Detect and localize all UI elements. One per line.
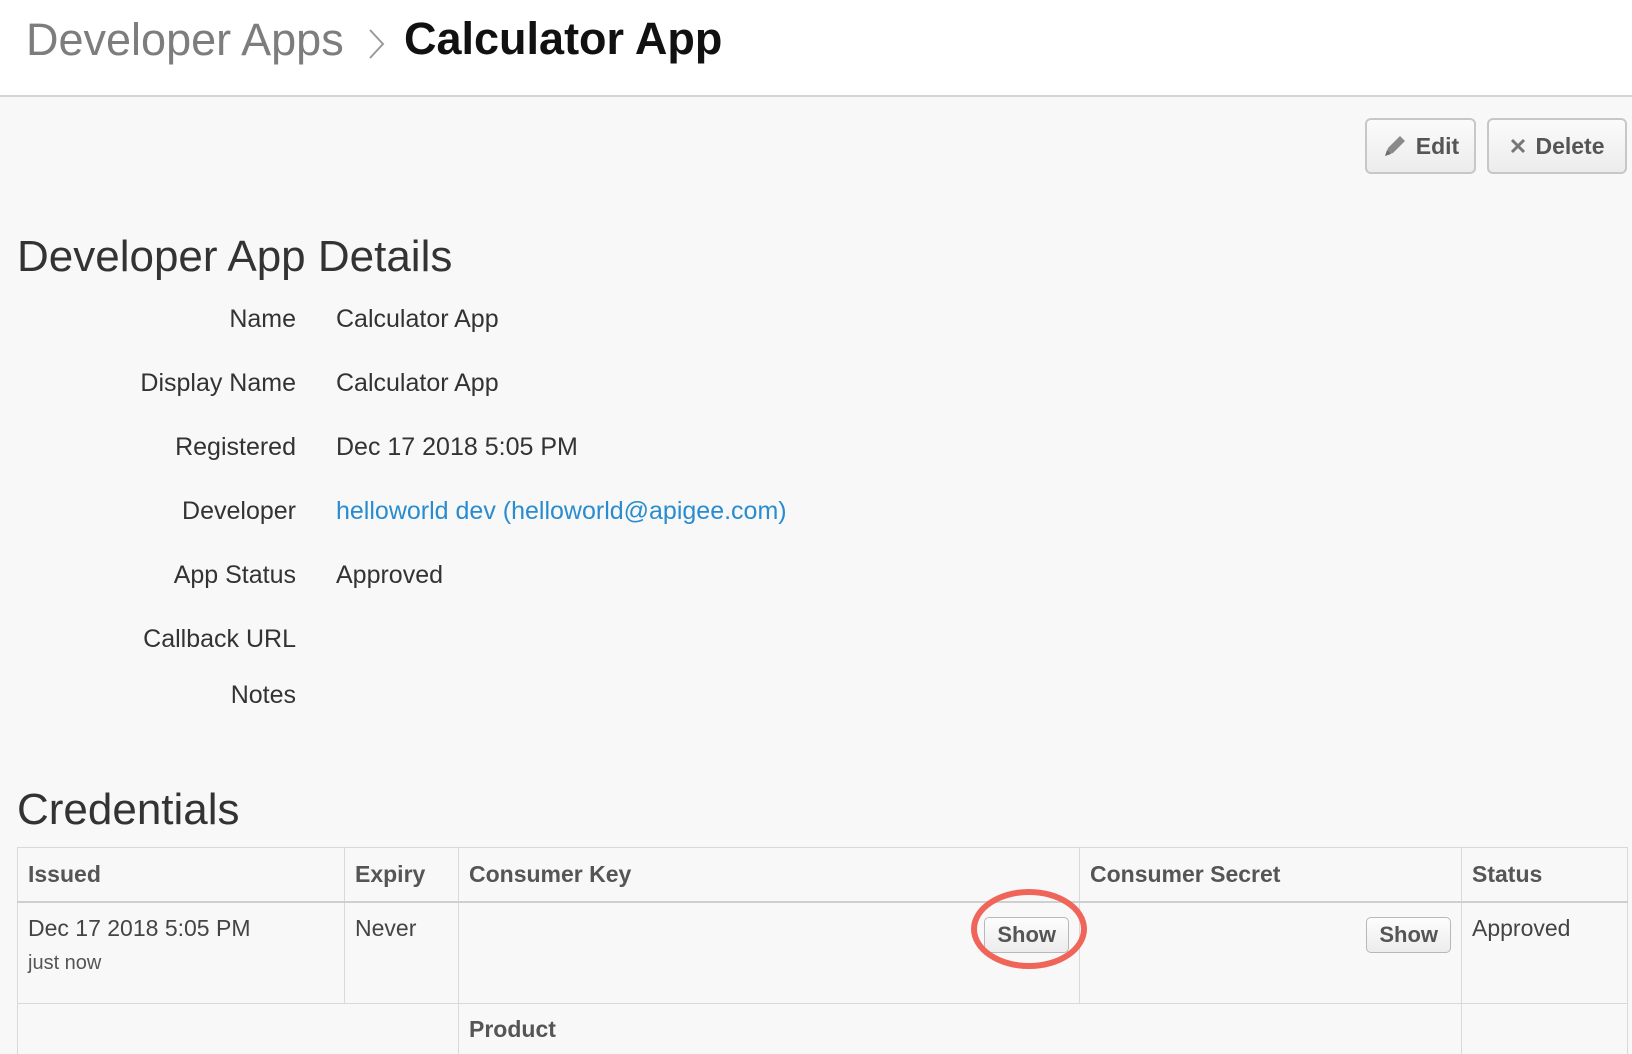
detail-label-developer: Developer: [182, 497, 296, 525]
page-title: Calculator App: [404, 13, 723, 64]
detail-row-display-name: Display Name Calculator App: [0, 369, 1632, 409]
show-consumer-key-button[interactable]: Show: [984, 916, 1069, 953]
delete-button[interactable]: Delete: [1487, 118, 1627, 174]
cell-expiry: Never: [344, 900, 459, 1005]
detail-row-registered: Registered Dec 17 2018 5:05 PM: [0, 433, 1632, 473]
detail-value-display-name: Calculator App: [336, 369, 499, 397]
detail-row-developer: Developer helloworld dev (helloworld@api…: [0, 497, 1632, 537]
detail-label-callback-url: Callback URL: [143, 625, 296, 653]
detail-value-registered: Dec 17 2018 5:05 PM: [336, 433, 578, 461]
detail-value-name: Calculator App: [336, 305, 499, 333]
show-consumer-secret-button[interactable]: Show: [1366, 916, 1451, 953]
edit-button[interactable]: Edit: [1365, 118, 1476, 174]
column-header-consumer-secret: Consumer Secret: [1079, 847, 1462, 903]
detail-label-app-status: App Status: [173, 561, 296, 589]
details-heading: Developer App Details: [17, 232, 453, 281]
delete-button-label: Delete: [1535, 132, 1605, 159]
breadcrumb-developer-apps[interactable]: Developer Apps: [26, 14, 344, 66]
product-header: Product: [458, 1003, 1462, 1054]
top-bar: Developer Apps Calculator App: [0, 0, 1632, 97]
product-spacer-cell: [17, 1003, 459, 1054]
detail-label-display-name: Display Name: [140, 369, 296, 397]
edit-button-label: Edit: [1415, 132, 1460, 159]
detail-row-name: Name Calculator App: [0, 305, 1632, 345]
cell-consumer-key: Show: [458, 900, 1080, 1005]
pencil-icon: [1382, 133, 1408, 159]
column-header-status: Status: [1461, 847, 1628, 903]
developer-link[interactable]: helloworld dev (helloworld@apigee.com): [336, 497, 787, 526]
cell-consumer-secret: Show: [1079, 900, 1462, 1005]
close-icon: [1509, 137, 1527, 155]
column-header-issued: Issued: [17, 847, 345, 903]
column-header-expiry: Expiry: [344, 847, 459, 903]
table-row: Dec 17 2018 5:05 PM just now Never Show …: [17, 900, 1628, 1005]
detail-row-notes: Notes: [0, 681, 1632, 721]
credentials-table: Issued Expiry Consumer Key Consumer Secr…: [17, 847, 1628, 1054]
column-header-consumer-key: Consumer Key: [458, 847, 1080, 903]
detail-row-app-status: App Status Approved: [0, 561, 1632, 601]
detail-label-notes: Notes: [230, 681, 296, 709]
detail-row-callback-url: Callback URL: [0, 625, 1632, 665]
detail-label-registered: Registered: [175, 433, 296, 461]
chevron-right-icon: [364, 22, 390, 62]
detail-label-name: Name: [229, 305, 296, 333]
issued-relative-time: just now: [28, 951, 102, 974]
cell-status: Approved: [1461, 900, 1628, 1005]
cell-issued: Dec 17 2018 5:05 PM just now: [17, 900, 345, 1005]
product-header-row: Product: [17, 1003, 1628, 1054]
issued-date: Dec 17 2018 5:05 PM: [28, 914, 251, 941]
detail-value-app-status: Approved: [336, 561, 444, 589]
product-status-spacer: [1461, 1003, 1628, 1054]
table-header-row: Issued Expiry Consumer Key Consumer Secr…: [17, 847, 1628, 903]
credentials-heading: Credentials: [17, 785, 240, 834]
